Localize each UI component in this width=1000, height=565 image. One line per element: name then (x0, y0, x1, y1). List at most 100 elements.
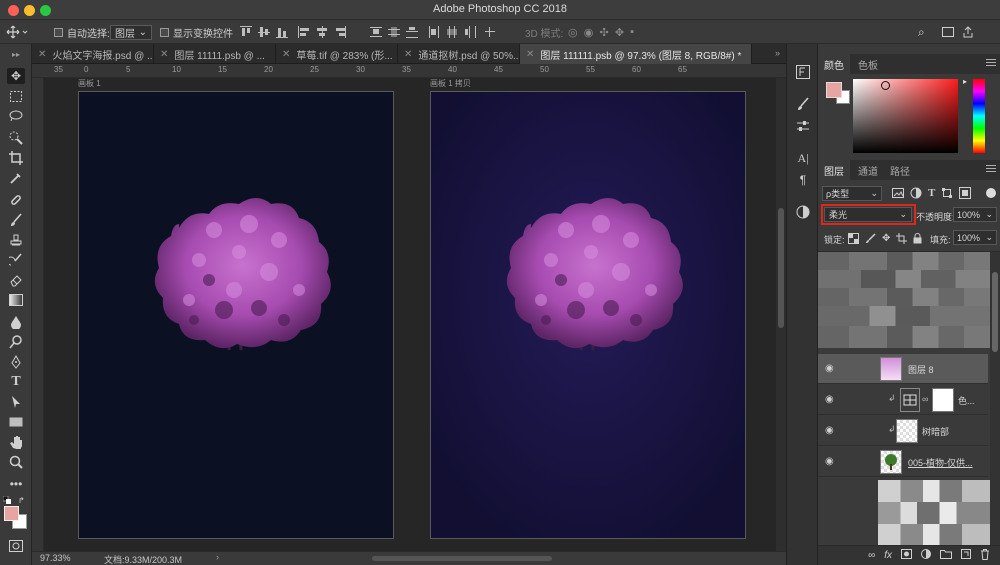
eye-icon[interactable]: ◉ (825, 394, 834, 405)
tab-document-4[interactable]: ✕ 通道抠树.psd @ 50%... (398, 44, 520, 64)
lock-all-icon[interactable] (913, 233, 922, 247)
default-colors-icon[interactable] (2, 495, 11, 504)
distribute-left-icon[interactable] (428, 26, 440, 38)
layer-row[interactable]: ◉ ↲ 树暗部 (818, 416, 988, 446)
filter-smart-object-icon[interactable] (959, 187, 972, 202)
clone-stamp-tool-icon[interactable] (7, 232, 25, 248)
layer-row[interactable]: ◉ ↲ ∞ 色... (818, 385, 988, 415)
lasso-tool-icon[interactable] (7, 108, 25, 124)
layer-row-selected[interactable]: ◉ 图层 8 (818, 354, 988, 384)
dodge-tool-icon[interactable] (7, 334, 25, 350)
workspace-icon[interactable] (942, 24, 954, 40)
lock-transparent-icon[interactable] (848, 233, 859, 247)
filter-shape-icon[interactable] (941, 187, 953, 202)
distribute-right-icon[interactable] (464, 26, 476, 38)
pen-tool-icon[interactable] (7, 354, 25, 370)
move-tool-preset[interactable] (6, 24, 36, 40)
hue-slider-handle[interactable]: ▸ (963, 77, 967, 86)
layer-row[interactable]: ◉ 005-植物-仅供... (818, 447, 988, 477)
distribute-top-icon[interactable] (370, 26, 382, 38)
layer-style-icon[interactable]: fx (884, 550, 892, 561)
align-vcenter-icon[interactable] (258, 26, 270, 38)
align-bottom-icon[interactable] (276, 26, 288, 38)
opacity-field[interactable]: 100% ⌄ (953, 207, 997, 222)
auto-select-checkbox[interactable]: 自动选择: (54, 24, 110, 40)
panel-menu-icon[interactable] (986, 59, 996, 69)
scrollbar-thumb[interactable] (992, 272, 998, 352)
canvas-area[interactable]: 画板 1 画板 1 拷贝 (44, 78, 776, 551)
distribute-vcenter-icon[interactable] (388, 26, 400, 38)
crop-tool-icon[interactable] (7, 150, 25, 166)
tab-channels[interactable]: 通道 (852, 160, 884, 180)
tab-document-active[interactable]: ✕ 图层 111111.psb @ 97.3% (图层 8, RGB/8#) * (520, 44, 752, 64)
trash-icon[interactable] (980, 548, 990, 563)
tab-document-3[interactable]: ✕ 草莓.tif @ 283% (形... (276, 44, 398, 64)
layer-name[interactable]: 树暗部 (922, 425, 949, 438)
align-hcenter-icon[interactable] (316, 26, 328, 38)
character-panel-icon[interactable]: A| (795, 150, 811, 166)
adjustments-slider-icon[interactable] (795, 118, 811, 134)
search-icon[interactable]: ⌕ (918, 24, 925, 40)
tab-document-2[interactable]: ✕ 图层 11111.psb @ ... (154, 44, 276, 64)
canvas-scrollbar[interactable] (776, 78, 786, 551)
3d-pan-icon[interactable]: ✣ (599, 26, 608, 39)
distribute-bottom-icon[interactable] (406, 26, 418, 38)
layer-filter-dropdown[interactable]: ρ类型 ⌄ (822, 186, 882, 201)
expand-tools-icon[interactable]: ▸▸ (7, 46, 25, 62)
adjustments-panel-icon[interactable] (795, 204, 811, 220)
tab-swatches[interactable]: 色板 (852, 54, 884, 74)
eye-icon[interactable]: ◉ (825, 363, 834, 374)
layer-name[interactable]: 005-植物-仅供... (908, 456, 973, 469)
show-transform-checkbox[interactable]: 显示变换控件 (160, 24, 233, 40)
eyedropper-tool-icon[interactable] (7, 170, 25, 186)
layers-list[interactable]: ◉ 图层 8 ◉ ↲ ∞ 色... ◉ ↲ 树暗部 ◉ 005-植物-仅供... (818, 251, 1000, 545)
zoom-tool-icon[interactable] (7, 454, 25, 470)
3d-orbit-icon[interactable]: ◎ (568, 26, 578, 39)
swap-colors-icon[interactable]: ↱ (18, 496, 27, 505)
marquee-tool-icon[interactable] (7, 88, 25, 104)
foreground-color-swatch[interactable] (826, 82, 842, 98)
tab-color[interactable]: 颜色 (818, 54, 850, 74)
eye-icon[interactable]: ◉ (825, 456, 834, 467)
tab-layers[interactable]: 图层 (818, 160, 850, 180)
auto-align-icon[interactable] (484, 26, 496, 38)
3d-roll-icon[interactable]: ◉ (584, 26, 594, 39)
quick-mask-icon[interactable] (7, 538, 25, 554)
history-panel-icon[interactable] (795, 64, 811, 80)
path-selection-tool-icon[interactable] (7, 394, 25, 410)
brush-tool-icon[interactable] (7, 212, 25, 228)
close-tab-icon[interactable]: ✕ (282, 49, 290, 60)
hue-slider[interactable] (973, 79, 985, 153)
history-brush-tool-icon[interactable] (7, 252, 25, 268)
close-tab-icon[interactable]: ✕ (526, 49, 534, 60)
align-left-icon[interactable] (298, 26, 310, 38)
more-tools-icon[interactable]: ••• (7, 476, 25, 492)
mask-thumbnail[interactable] (932, 388, 954, 412)
tabs-overflow-icon[interactable]: » (775, 48, 780, 58)
add-mask-icon[interactable] (901, 549, 912, 562)
link-layers-icon[interactable]: ∞ (868, 550, 875, 561)
new-layer-icon[interactable] (961, 549, 971, 562)
type-tool-icon[interactable]: T (7, 374, 25, 390)
close-tab-icon[interactable]: ✕ (160, 49, 168, 60)
filter-adjustment-icon[interactable] (910, 187, 922, 202)
tab-document-1[interactable]: ✕ 火焰文字海报.psd @ ... (32, 44, 154, 64)
new-group-icon[interactable] (940, 549, 952, 562)
filter-toggle-icon[interactable] (986, 188, 996, 198)
lock-artboard-icon[interactable] (896, 233, 908, 247)
eraser-tool-icon[interactable] (7, 272, 25, 288)
share-icon[interactable] (962, 24, 974, 40)
color-picker-handle[interactable] (881, 81, 890, 90)
eye-icon[interactable]: ◉ (825, 425, 834, 436)
horizontal-scrollbar[interactable] (372, 556, 552, 561)
align-top-icon[interactable] (240, 26, 252, 38)
layer-name[interactable]: 色... (958, 394, 975, 407)
zoom-level[interactable]: 97.33% (40, 553, 71, 563)
artboard-right[interactable] (430, 91, 746, 539)
3d-scale-icon[interactable]: ▪ (630, 26, 634, 38)
auto-select-dropdown[interactable]: 图层 ⌄ (110, 24, 152, 40)
layer-name[interactable]: 图层 8 (908, 363, 934, 376)
move-tool-icon[interactable]: ✥ (7, 68, 25, 84)
scrollbar-thumb[interactable] (778, 208, 784, 328)
filter-pixel-icon[interactable] (892, 187, 904, 202)
